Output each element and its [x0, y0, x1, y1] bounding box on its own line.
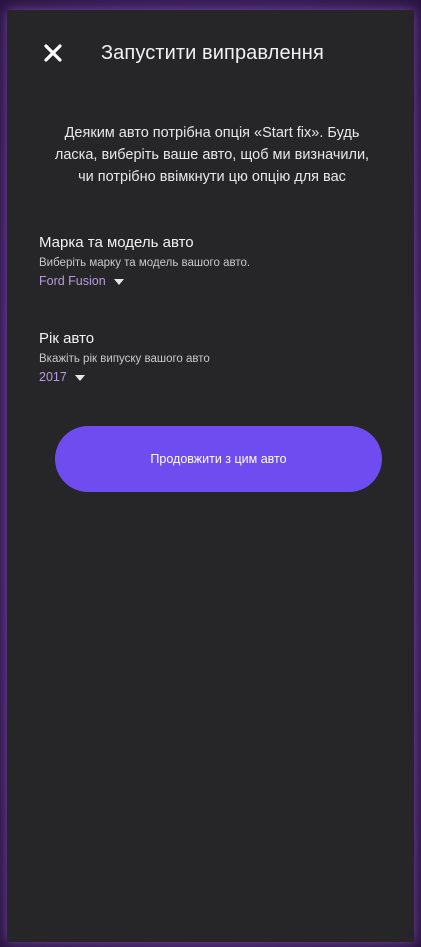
make-model-hint: Виберіть марку та модель вашого авто. — [39, 257, 251, 269]
make-model-select[interactable]: Ford Fusion — [39, 273, 124, 289]
year-hint: Вкажіть рік випуску вашого авто — [39, 353, 210, 365]
app-screen: Запустити виправлення Деяким авто потріб… — [7, 10, 414, 942]
close-button[interactable] — [40, 40, 68, 68]
continue-button[interactable]: Продовжити з цим авто — [55, 426, 382, 492]
make-model-section: Марка та модель авто Виберіть марку та м… — [39, 234, 250, 290]
year-section: Рік авто Вкажіть рік випуску вашого авто… — [39, 330, 210, 386]
chevron-down-icon — [74, 375, 85, 381]
year-value: 2017 — [39, 370, 67, 384]
page-title: Запустити виправлення — [101, 42, 324, 64]
header: Запустити виправлення — [7, 38, 414, 74]
make-model-value: Ford Fusion — [39, 274, 106, 288]
year-select[interactable]: 2017 — [39, 369, 85, 385]
continue-button-label: Продовжити з цим авто — [150, 452, 287, 466]
chevron-down-icon — [113, 279, 124, 285]
year-label: Рік авто — [39, 330, 95, 347]
intro-text: Деяким авто потрібна опція «Start fix». … — [54, 125, 370, 185]
make-model-label: Марка та модель авто — [39, 234, 194, 251]
device-frame: Запустити виправлення Деяким авто потріб… — [0, 0, 421, 947]
close-icon — [44, 44, 62, 62]
